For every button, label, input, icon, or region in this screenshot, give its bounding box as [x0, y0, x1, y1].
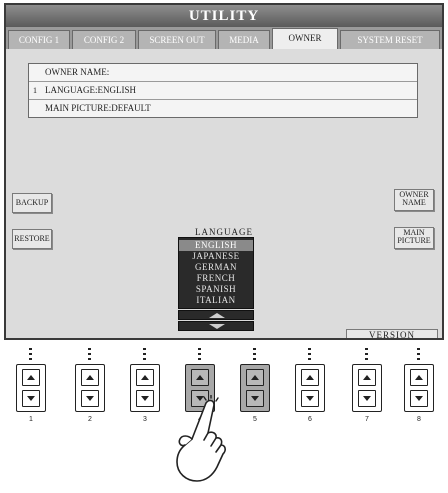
- up-button-4[interactable]: [191, 369, 209, 386]
- button-column-2: 2: [75, 348, 105, 468]
- tab-screen-out[interactable]: SCREEN OUT: [138, 30, 216, 49]
- button-number: 5: [253, 416, 257, 423]
- button-column-3: 3: [130, 348, 160, 468]
- main-picture-button[interactable]: MAIN PICTURE: [394, 227, 434, 249]
- up-triangle-icon: [209, 313, 225, 318]
- scroll-up-button[interactable]: [178, 310, 254, 320]
- owner-page: OWNER NAME: 1 LANGUAGE:ENGLISH MAIN PICT…: [6, 49, 442, 338]
- up-button-8[interactable]: [410, 369, 428, 386]
- button-number: 3: [143, 416, 147, 423]
- button-column-8: 8: [404, 348, 434, 468]
- language-option-french[interactable]: FRENCH: [179, 273, 253, 284]
- button-pair-3: [130, 364, 160, 412]
- page-title: UTILITY: [6, 5, 442, 27]
- up-button-1[interactable]: [22, 369, 40, 386]
- tab-owner[interactable]: OWNER: [272, 28, 338, 49]
- button-pair-1: [16, 364, 46, 412]
- down-triangle-icon: [209, 324, 225, 329]
- language-label: LANGUAGE: [195, 227, 253, 237]
- lcd-screen: UTILITY CONFIG 1 CONFIG 2 SCREEN OUT MED…: [4, 3, 444, 340]
- up-arrow-icon: [415, 375, 423, 380]
- restore-button[interactable]: RESTORE: [12, 229, 52, 249]
- down-arrow-icon: [415, 396, 423, 401]
- button-number: 7: [365, 416, 369, 423]
- button-column-6: 6: [295, 348, 325, 468]
- button-column-7: 7: [352, 348, 382, 468]
- language-option-japanese[interactable]: JAPANESE: [179, 251, 253, 262]
- up-arrow-icon: [251, 375, 259, 380]
- divider-dots: [253, 348, 256, 362]
- scroll-down-button[interactable]: [178, 321, 254, 331]
- up-button-7[interactable]: [358, 369, 376, 386]
- language-option-english[interactable]: ENGLISH: [179, 240, 253, 251]
- up-button-6[interactable]: [301, 369, 319, 386]
- up-button-2[interactable]: [81, 369, 99, 386]
- language-option-italian[interactable]: ITALIAN: [179, 295, 253, 306]
- row-index: 1: [33, 86, 37, 95]
- button-column-1: 1: [16, 348, 46, 468]
- down-arrow-icon: [251, 396, 259, 401]
- backup-button[interactable]: BACKUP: [12, 193, 52, 213]
- main-picture-label: MAIN PICTURE:Default: [45, 103, 151, 113]
- main-picture-button-line2: PICTURE: [397, 236, 431, 245]
- owner-name-row[interactable]: OWNER NAME:: [29, 64, 417, 82]
- button-pair-5: [240, 364, 270, 412]
- down-arrow-icon: [27, 396, 35, 401]
- down-button-3[interactable]: [136, 390, 154, 407]
- down-button-7[interactable]: [358, 390, 376, 407]
- divider-dots: [198, 348, 201, 362]
- down-button-5[interactable]: [246, 390, 264, 407]
- up-arrow-icon: [86, 375, 94, 380]
- down-arrow-icon: [141, 396, 149, 401]
- up-arrow-icon: [196, 375, 204, 380]
- down-button-6[interactable]: [301, 390, 319, 407]
- button-number: 1: [29, 416, 33, 423]
- down-button-8[interactable]: [410, 390, 428, 407]
- down-arrow-icon: [306, 396, 314, 401]
- down-arrow-icon: [86, 396, 94, 401]
- version-button[interactable]: VERSION: [346, 329, 438, 338]
- up-button-5[interactable]: [246, 369, 264, 386]
- divider-dots: [88, 348, 91, 362]
- divider-dots: [143, 348, 146, 362]
- up-button-3[interactable]: [136, 369, 154, 386]
- tab-config-1[interactable]: CONFIG 1: [8, 30, 70, 49]
- main-picture-row[interactable]: MAIN PICTURE:Default: [29, 100, 417, 118]
- up-arrow-icon: [141, 375, 149, 380]
- button-number: 2: [88, 416, 92, 423]
- divider-dots: [308, 348, 311, 362]
- tab-system-reset[interactable]: SYSTEM RESET: [340, 30, 440, 49]
- pointing-hand-icon: [176, 395, 226, 482]
- down-arrow-icon: [363, 396, 371, 401]
- up-arrow-icon: [363, 375, 371, 380]
- divider-dots: [417, 348, 420, 362]
- language-setting-label: LANGUAGE:ENGLISH: [45, 85, 136, 95]
- divider-dots: [29, 348, 32, 362]
- language-option-german[interactable]: GERMAN: [179, 262, 253, 273]
- button-pair-8: [404, 364, 434, 412]
- owner-name-label: OWNER NAME:: [45, 67, 110, 77]
- button-number: 6: [308, 416, 312, 423]
- tab-bar: CONFIG 1 CONFIG 2 SCREEN OUT MEDIA OWNER…: [6, 27, 442, 49]
- button-pair-6: [295, 364, 325, 412]
- button-pair-7: [352, 364, 382, 412]
- button-number: 8: [417, 416, 421, 423]
- language-list[interactable]: ENGLISH JAPANESE GERMAN FRENCH SPANISH I…: [178, 237, 254, 309]
- language-row[interactable]: 1 LANGUAGE:ENGLISH: [29, 82, 417, 100]
- owner-name-button[interactable]: OWNER NAME: [394, 189, 434, 211]
- tab-media[interactable]: MEDIA: [218, 30, 270, 49]
- owner-settings-list: OWNER NAME: 1 LANGUAGE:ENGLISH MAIN PICT…: [28, 63, 418, 118]
- tab-config-2[interactable]: CONFIG 2: [72, 30, 136, 49]
- button-column-5: 5: [240, 348, 270, 468]
- up-arrow-icon: [306, 375, 314, 380]
- up-arrow-icon: [27, 375, 35, 380]
- down-button-1[interactable]: [22, 390, 40, 407]
- owner-name-button-line2: NAME: [402, 198, 426, 207]
- down-button-2[interactable]: [81, 390, 99, 407]
- language-option-spanish[interactable]: SPANISH: [179, 284, 253, 295]
- button-pair-2: [75, 364, 105, 412]
- divider-dots: [365, 348, 368, 362]
